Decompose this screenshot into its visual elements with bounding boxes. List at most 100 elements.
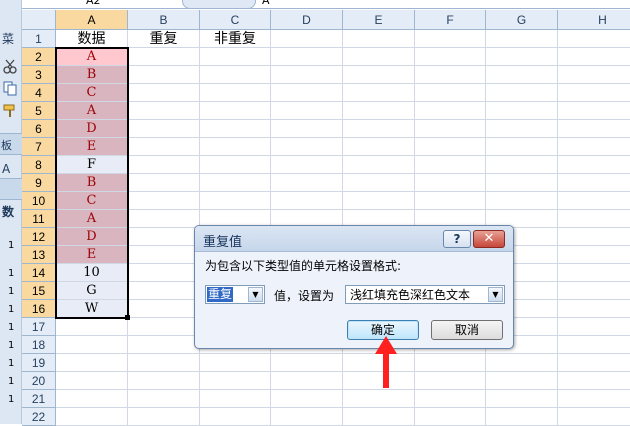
- cell-c9[interactable]: [200, 174, 271, 192]
- cell-a12[interactable]: D: [56, 228, 128, 246]
- cell-g6[interactable]: [486, 120, 558, 138]
- cell-h4[interactable]: [558, 84, 630, 102]
- cell-g20[interactable]: [486, 372, 558, 390]
- cell-b9[interactable]: [128, 174, 200, 192]
- column-header-b[interactable]: B: [128, 10, 200, 30]
- ribbon-menu-fragment[interactable]: 菜: [0, 30, 22, 47]
- cell-g19[interactable]: [486, 354, 558, 372]
- cell-e6[interactable]: [343, 120, 415, 138]
- cell-a3[interactable]: B: [56, 66, 128, 84]
- cell-b3[interactable]: [128, 66, 200, 84]
- cell-d4[interactable]: [271, 84, 343, 102]
- cell-h12[interactable]: [558, 228, 630, 246]
- cell-h19[interactable]: [558, 354, 630, 372]
- select-all-corner[interactable]: [22, 10, 56, 30]
- cell-b8[interactable]: [128, 156, 200, 174]
- fill-handle[interactable]: [125, 315, 130, 320]
- cell-b16[interactable]: [128, 300, 200, 318]
- row-header-5[interactable]: 5: [22, 102, 56, 120]
- cell-d9[interactable]: [271, 174, 343, 192]
- cell-a1[interactable]: 数据: [56, 30, 128, 48]
- cell-g8[interactable]: [486, 156, 558, 174]
- cell-b2[interactable]: [128, 48, 200, 66]
- cell-a17[interactable]: [56, 318, 128, 336]
- cell-e21[interactable]: [343, 390, 415, 408]
- cell-a20[interactable]: [56, 372, 128, 390]
- cell-b12[interactable]: [128, 228, 200, 246]
- cell-a5[interactable]: A: [56, 102, 128, 120]
- cell-a14[interactable]: 10: [56, 264, 128, 282]
- cell-h20[interactable]: [558, 372, 630, 390]
- cell-h9[interactable]: [558, 174, 630, 192]
- row-header-20[interactable]: 20: [22, 372, 56, 390]
- cell-b4[interactable]: [128, 84, 200, 102]
- row-header-10[interactable]: 10: [22, 192, 56, 210]
- cell-f2[interactable]: [415, 48, 486, 66]
- cell-e3[interactable]: [343, 66, 415, 84]
- cell-a22[interactable]: [56, 408, 128, 426]
- row-header-4[interactable]: 4: [22, 84, 56, 102]
- cell-a15[interactable]: G: [56, 282, 128, 300]
- cell-b5[interactable]: [128, 102, 200, 120]
- cell-d7[interactable]: [271, 138, 343, 156]
- cell-a19[interactable]: [56, 354, 128, 372]
- cell-f20[interactable]: [415, 372, 486, 390]
- cell-d3[interactable]: [271, 66, 343, 84]
- cell-c19[interactable]: [200, 354, 271, 372]
- cell-g2[interactable]: [486, 48, 558, 66]
- cell-e22[interactable]: [343, 408, 415, 426]
- column-header-h[interactable]: H: [558, 10, 630, 30]
- cell-a7[interactable]: E: [56, 138, 128, 156]
- cell-c8[interactable]: [200, 156, 271, 174]
- cell-b19[interactable]: [128, 354, 200, 372]
- row-header-6[interactable]: 6: [22, 120, 56, 138]
- cell-a8[interactable]: F: [56, 156, 128, 174]
- cell-g4[interactable]: [486, 84, 558, 102]
- cell-a6[interactable]: D: [56, 120, 128, 138]
- cell-a4[interactable]: C: [56, 84, 128, 102]
- cell-h3[interactable]: [558, 66, 630, 84]
- cell-c1[interactable]: 非重复: [200, 30, 271, 48]
- value-type-select[interactable]: 重复 ▼: [205, 285, 265, 304]
- cell-d8[interactable]: [271, 156, 343, 174]
- cell-b22[interactable]: [128, 408, 200, 426]
- cell-d5[interactable]: [271, 102, 343, 120]
- cell-d20[interactable]: [271, 372, 343, 390]
- cell-e4[interactable]: [343, 84, 415, 102]
- cell-h2[interactable]: [558, 48, 630, 66]
- row-header-11[interactable]: 11: [22, 210, 56, 228]
- cell-c3[interactable]: [200, 66, 271, 84]
- row-header-2[interactable]: 2: [22, 48, 56, 66]
- copy-icon[interactable]: [2, 80, 18, 96]
- cell-d10[interactable]: [271, 192, 343, 210]
- cell-h15[interactable]: [558, 282, 630, 300]
- cell-b18[interactable]: [128, 336, 200, 354]
- cell-b20[interactable]: [128, 372, 200, 390]
- cell-b17[interactable]: [128, 318, 200, 336]
- cell-b11[interactable]: [128, 210, 200, 228]
- format-select[interactable]: 浅红填充色深红色文本 ▼: [345, 285, 505, 304]
- cell-a9[interactable]: B: [56, 174, 128, 192]
- cell-g3[interactable]: [486, 66, 558, 84]
- dialog-title-bar[interactable]: 重复值 ? ✕: [195, 226, 513, 252]
- row-header-1[interactable]: 1: [22, 30, 56, 48]
- cell-d22[interactable]: [271, 408, 343, 426]
- row-header-9[interactable]: 9: [22, 174, 56, 192]
- cell-d21[interactable]: [271, 390, 343, 408]
- cell-f6[interactable]: [415, 120, 486, 138]
- cell-c20[interactable]: [200, 372, 271, 390]
- format-painter-icon[interactable]: [2, 102, 18, 118]
- cell-h13[interactable]: [558, 246, 630, 264]
- insert-function-button[interactable]: [182, 0, 256, 9]
- cut-icon[interactable]: [2, 58, 18, 74]
- row-header-14[interactable]: 14: [22, 264, 56, 282]
- cell-a11[interactable]: A: [56, 210, 128, 228]
- chevron-down-icon[interactable]: ▼: [488, 287, 503, 302]
- row-header-19[interactable]: 19: [22, 354, 56, 372]
- row-header-12[interactable]: 12: [22, 228, 56, 246]
- cell-h8[interactable]: [558, 156, 630, 174]
- row-header-8[interactable]: 8: [22, 156, 56, 174]
- cell-d6[interactable]: [271, 120, 343, 138]
- cell-g5[interactable]: [486, 102, 558, 120]
- cell-a21[interactable]: [56, 390, 128, 408]
